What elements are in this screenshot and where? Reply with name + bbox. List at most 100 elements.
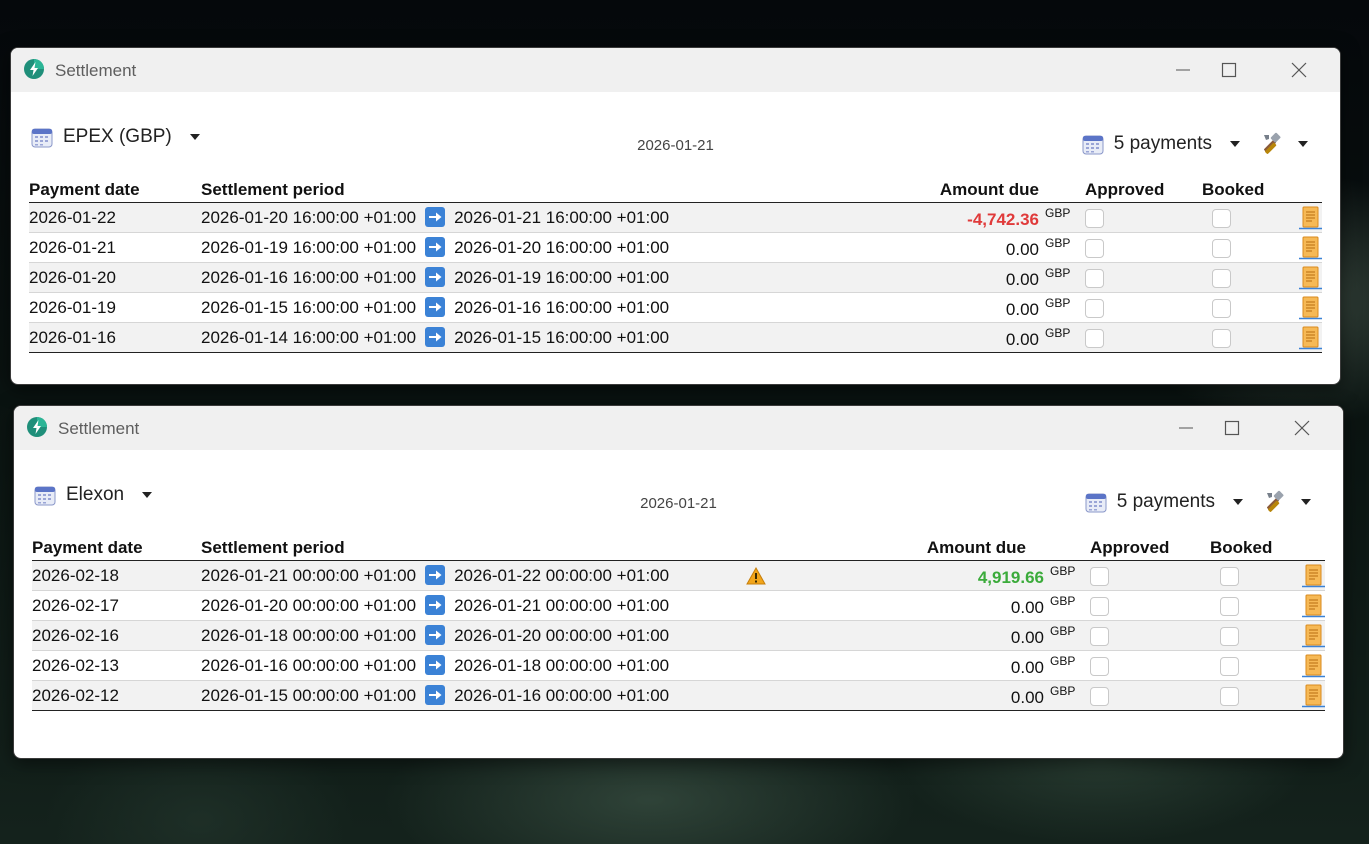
table-row[interactable]: 2026-01-22 2026-01-20 16:00:00 +01:00 2026…: [29, 202, 1324, 233]
booked-checkbox[interactable]: [1220, 566, 1239, 586]
period-end: 2026-01-22 00:00:00 +01:00: [454, 566, 670, 585]
booked-cell: [1202, 202, 1298, 233]
table-row[interactable]: 2026-02-13 2026-01-16 00:00:00 +01:00 2026…: [32, 650, 1327, 681]
maximize-button[interactable]: [1209, 410, 1255, 446]
title-bar[interactable]: Settlement: [11, 48, 1340, 92]
minimize-button[interactable]: [1163, 410, 1209, 446]
warning-icon: [746, 567, 766, 585]
table-row[interactable]: 2026-01-19 2026-01-15 16:00:00 +01:00 2026…: [29, 292, 1324, 323]
table-row[interactable]: 2026-01-20 2026-01-16 16:00:00 +01:00 2026…: [29, 262, 1324, 293]
approved-checkbox[interactable]: [1085, 328, 1104, 348]
approved-checkbox[interactable]: [1090, 596, 1109, 616]
period-end: 2026-01-21 16:00:00 +01:00: [454, 208, 670, 227]
document-cell: [1298, 262, 1324, 293]
table-row[interactable]: 2026-02-17 2026-01-20 00:00:00 +01:00 2026…: [32, 590, 1327, 621]
payments-dropdown[interactable]: 5 payments: [1082, 133, 1240, 155]
booked-checkbox[interactable]: [1220, 656, 1239, 676]
open-document-button[interactable]: [1298, 266, 1324, 289]
approved-checkbox[interactable]: [1085, 208, 1104, 228]
maximize-button[interactable]: [1206, 52, 1252, 88]
approved-cell: [1090, 590, 1210, 621]
period-start: 2026-01-16 16:00:00 +01:00: [201, 268, 417, 287]
document-cell: [1298, 232, 1324, 263]
payments-table: Payment date Settlement period Amount du…: [29, 174, 1322, 353]
approved-checkbox[interactable]: [1090, 656, 1109, 676]
payments-label: 5 payments: [1116, 491, 1215, 512]
column-header-payment-date[interactable]: Payment date: [32, 532, 201, 561]
amount-due-cell: 0.00 GBP: [736, 590, 1090, 621]
payment-date-cell: 2026-02-13: [32, 650, 201, 681]
column-header-approved[interactable]: Approved: [1085, 174, 1202, 203]
approved-checkbox[interactable]: [1085, 238, 1104, 258]
approved-cell: [1090, 680, 1210, 711]
close-button[interactable]: [1276, 52, 1322, 88]
booked-checkbox[interactable]: [1220, 596, 1239, 616]
currency-label: GBP: [1045, 235, 1071, 250]
tools-menu-button[interactable]: [1263, 490, 1311, 514]
approved-checkbox[interactable]: [1085, 298, 1104, 318]
period-start: 2026-01-15 16:00:00 +01:00: [201, 298, 417, 317]
payment-date-cell: 2026-02-17: [32, 590, 201, 621]
column-header-amount-due[interactable]: Amount due: [736, 532, 1090, 561]
payments-dropdown[interactable]: 5 payments: [1085, 491, 1243, 513]
booked-checkbox[interactable]: [1212, 268, 1231, 288]
right-arrow-icon: [425, 625, 446, 645]
close-button[interactable]: [1279, 410, 1325, 446]
booked-checkbox[interactable]: [1220, 626, 1239, 646]
minimize-icon: [1176, 69, 1190, 71]
document-cell: [1301, 590, 1327, 621]
table-row[interactable]: 2026-02-18 2026-01-21 00:00:00 +01:00 2026…: [32, 560, 1327, 591]
open-document-button[interactable]: [1301, 624, 1327, 647]
open-document-button[interactable]: [1301, 564, 1327, 587]
table-row[interactable]: 2026-01-16 2026-01-14 16:00:00 +01:00 2026…: [29, 322, 1324, 353]
open-document-button[interactable]: [1301, 684, 1327, 707]
period-start: 2026-01-19 16:00:00 +01:00: [201, 238, 417, 257]
title-bar[interactable]: Settlement: [14, 406, 1343, 450]
booked-checkbox[interactable]: [1212, 298, 1231, 318]
column-header-settlement-period[interactable]: Settlement period: [201, 174, 746, 203]
approved-checkbox[interactable]: [1090, 686, 1109, 706]
booked-checkbox[interactable]: [1220, 686, 1239, 706]
booked-cell: [1210, 620, 1301, 651]
open-document-button[interactable]: [1298, 206, 1324, 229]
column-header-approved[interactable]: Approved: [1090, 532, 1210, 561]
amount-due-cell: 0.00 GBP: [746, 292, 1085, 323]
booked-checkbox[interactable]: [1212, 238, 1231, 258]
payment-date-cell: 2026-01-21: [29, 232, 201, 263]
calendar-icon: [1085, 493, 1107, 513]
column-header-booked[interactable]: Booked: [1210, 532, 1301, 561]
right-arrow-icon: [425, 237, 446, 257]
approved-checkbox[interactable]: [1090, 566, 1109, 586]
minimize-button[interactable]: [1160, 52, 1206, 88]
approved-checkbox[interactable]: [1090, 626, 1109, 646]
column-header-actions: [1301, 532, 1325, 561]
open-document-button[interactable]: [1301, 654, 1327, 677]
table-row[interactable]: 2026-02-16 2026-01-18 00:00:00 +01:00 2026…: [32, 620, 1327, 651]
column-header-settlement-period[interactable]: Settlement period: [201, 532, 736, 561]
column-header-payment-date[interactable]: Payment date: [29, 174, 201, 203]
column-header-booked[interactable]: Booked: [1202, 174, 1298, 203]
booked-cell: [1210, 560, 1301, 591]
amount-due-cell: 0.00 GBP: [746, 322, 1085, 353]
table-row[interactable]: 2026-01-21 2026-01-19 16:00:00 +01:00 2026…: [29, 232, 1324, 263]
approved-checkbox[interactable]: [1085, 268, 1104, 288]
open-document-button[interactable]: [1298, 296, 1324, 319]
booked-checkbox[interactable]: [1212, 208, 1231, 228]
column-header-amount-due[interactable]: Amount due: [746, 174, 1085, 203]
open-document-button[interactable]: [1298, 326, 1324, 349]
period-end: 2026-01-15 16:00:00 +01:00: [454, 328, 670, 347]
open-document-button[interactable]: [1301, 594, 1327, 617]
table-body: 2026-02-18 2026-01-21 00:00:00 +01:00 2026…: [32, 560, 1327, 711]
tools-menu-button[interactable]: [1260, 132, 1308, 156]
approved-cell: [1085, 292, 1202, 323]
right-arrow-icon: [425, 327, 446, 347]
currency-label: GBP: [1050, 623, 1076, 638]
document-icon: [1299, 296, 1322, 319]
amount-value: -4,742.36: [967, 209, 1039, 229]
document-icon: [1302, 594, 1325, 617]
booked-checkbox[interactable]: [1212, 328, 1231, 348]
close-icon: [1294, 420, 1310, 436]
open-document-button[interactable]: [1298, 236, 1324, 259]
document-icon: [1302, 624, 1325, 647]
table-row[interactable]: 2026-02-12 2026-01-15 00:00:00 +01:00 2026…: [32, 680, 1327, 711]
